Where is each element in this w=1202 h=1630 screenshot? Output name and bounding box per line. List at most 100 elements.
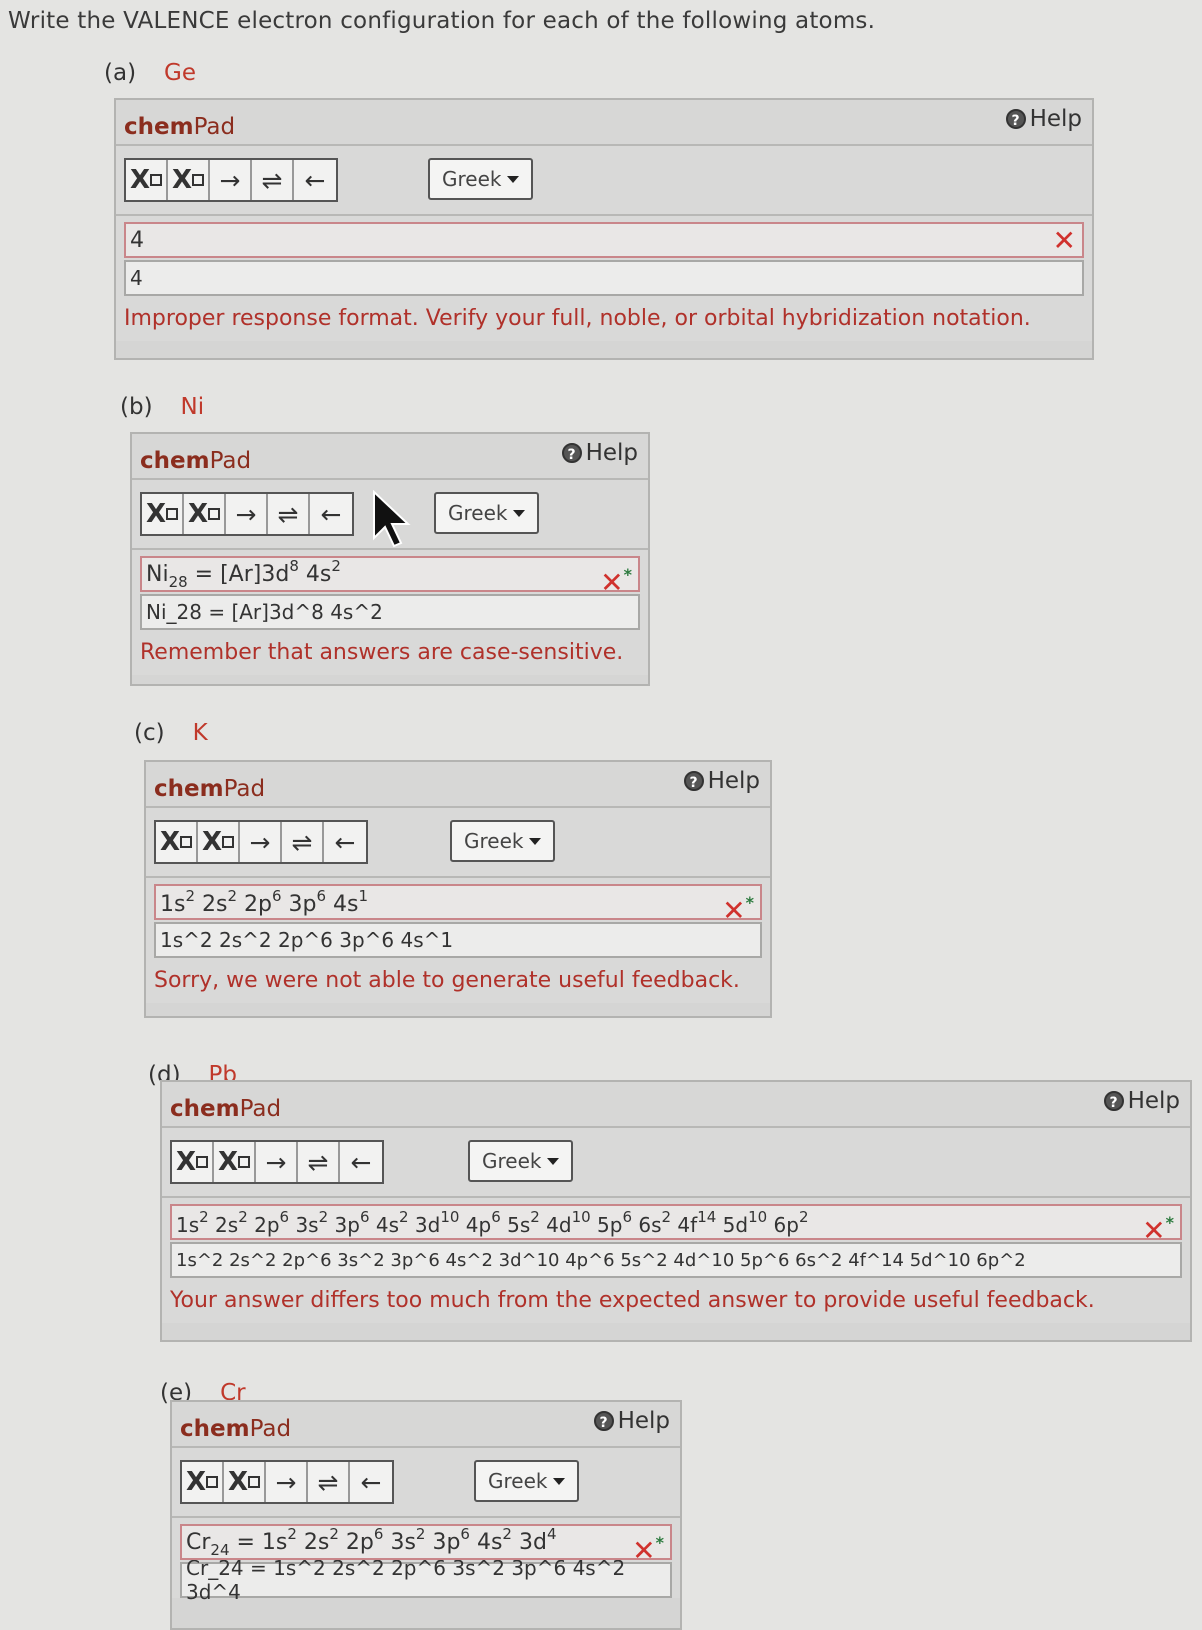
format-tool-group: X X → ⇌ ← xyxy=(154,820,368,864)
arrow-right-button[interactable]: → xyxy=(226,494,268,534)
chempad-header: chemPad ? Help xyxy=(162,1082,1190,1128)
arrow-left-button[interactable]: ← xyxy=(324,822,366,862)
answer-rendered[interactable]: 1s2 2s2 2p6 3p6 4s1 ✕* xyxy=(154,884,762,926)
wrong-x-icon: ✕* xyxy=(632,1533,664,1567)
greek-dropdown[interactable]: Greek xyxy=(450,820,556,862)
feedback-text: Your answer differs too much from the ex… xyxy=(162,1278,1190,1323)
equilibrium-button[interactable]: ⇌ xyxy=(282,822,324,862)
help-button[interactable]: ? Help xyxy=(1005,106,1082,132)
part-letter: (c) xyxy=(134,720,165,746)
part-b-label: (b) Ni xyxy=(120,394,204,420)
wrong-x-icon: ✕* xyxy=(600,565,632,599)
answer-rendered[interactable]: Cr24 = 1s2 2s2 2p6 3s2 3p6 4s2 3d4 ✕* xyxy=(180,1524,672,1566)
subscript-button[interactable]: X xyxy=(182,1462,224,1502)
chevron-down-icon xyxy=(553,1477,566,1485)
help-button[interactable]: ? Help xyxy=(683,768,760,794)
chempad-toolbar: X X → ⇌ ← Greek xyxy=(172,1448,680,1518)
subscript-button[interactable]: X xyxy=(142,494,184,534)
equilibrium-button[interactable]: ⇌ xyxy=(298,1142,340,1182)
equilibrium-button[interactable]: ⇌ xyxy=(252,160,294,200)
answer-area: Ni28 = [Ar]3d8 4s2 ✕* Ni_28 = [Ar]3d^8 4s… xyxy=(132,550,648,630)
greek-dropdown[interactable]: Greek xyxy=(428,158,534,200)
chempad-title: chemPad xyxy=(154,776,266,802)
help-icon: ? xyxy=(1005,109,1026,129)
arrow-right-button[interactable]: → xyxy=(266,1462,308,1502)
answer-area: 1s2 2s2 2p6 3s2 3p6 4s2 3d10 4p6 5s2 4d1… xyxy=(162,1198,1190,1278)
greek-dropdown[interactable]: Greek xyxy=(468,1140,574,1182)
subscript-button[interactable]: X xyxy=(172,1142,214,1182)
chempad-b: chemPad ? Help X X → ⇌ ← Greek Ni28 = [Ar… xyxy=(130,432,650,686)
answer-rendered[interactable]: 1s2 2s2 2p6 3s2 3p6 4s2 3d10 4p6 5s2 4d1… xyxy=(170,1204,1182,1246)
superscript-button[interactable]: X xyxy=(224,1462,266,1502)
chempad-a: chemPad ? Help X X → ⇌ ← Greek 4 ✕ 4 Impro… xyxy=(114,98,1094,360)
subscript-button[interactable]: X xyxy=(126,160,168,200)
format-tool-group: X X → ⇌ ← xyxy=(140,492,354,536)
arrow-left-button[interactable]: ← xyxy=(340,1142,382,1182)
element-symbol: Ni xyxy=(180,394,205,420)
answer-input[interactable]: 1s^2 2s^2 2p^6 3p^6 4s^1 xyxy=(154,922,762,958)
chempad-e: chemPad ? Help X X → ⇌ ← Greek Cr24 = 1s2… xyxy=(170,1400,682,1630)
mouse-cursor-icon xyxy=(373,490,411,548)
element-symbol: Ge xyxy=(164,60,197,86)
greek-dropdown[interactable]: Greek xyxy=(474,1460,580,1502)
chempad-title: chemPad xyxy=(124,114,236,140)
wrong-x-icon: ✕ xyxy=(1052,224,1076,257)
answer-input[interactable]: 1s^2 2s^2 2p^6 3s^2 3p^6 4s^2 3d^10 4p^6… xyxy=(170,1242,1182,1278)
superscript-button[interactable]: X xyxy=(214,1142,256,1182)
chempad-header: chemPad ? Help xyxy=(116,100,1092,146)
arrow-right-button[interactable]: → xyxy=(240,822,282,862)
chevron-down-icon xyxy=(513,509,526,517)
help-icon: ? xyxy=(561,443,582,463)
answer-rendered[interactable]: 4 ✕ xyxy=(124,222,1084,258)
chempad-header: chemPad ? Help xyxy=(172,1402,680,1448)
answer-input[interactable]: Cr_24 = 1s^2 2s^2 2p^6 3s^2 3p^6 4s^2 3d… xyxy=(180,1556,672,1604)
chempad-header: chemPad ? Help xyxy=(132,434,648,480)
arrow-right-button[interactable]: → xyxy=(210,160,252,200)
chempad-toolbar: X X → ⇌ ← Greek xyxy=(116,146,1092,216)
arrow-left-button[interactable]: ← xyxy=(350,1462,392,1502)
help-button[interactable]: ? Help xyxy=(593,1408,670,1434)
chempad-title: chemPad xyxy=(170,1096,282,1122)
format-tool-group: X X → ⇌ ← xyxy=(180,1460,394,1504)
feedback-text: Improper response format. Verify your fu… xyxy=(116,296,1092,341)
help-icon: ? xyxy=(593,1411,614,1431)
question-text: Write the VALENCE electron configuration… xyxy=(8,8,876,34)
answer-area: 1s2 2s2 2p6 3p6 4s1 ✕* 1s^2 2s^2 2p^6 3p^… xyxy=(146,878,770,958)
help-button[interactable]: ? Help xyxy=(1103,1088,1180,1114)
element-symbol: K xyxy=(192,720,208,746)
answer-input[interactable]: Ni_28 = [Ar]3d^8 4s^2 xyxy=(140,594,640,630)
superscript-button[interactable]: X xyxy=(168,160,210,200)
greek-dropdown[interactable]: Greek xyxy=(434,492,540,534)
superscript-button[interactable]: X xyxy=(184,494,226,534)
chempad-toolbar: X X → ⇌ ← Greek xyxy=(162,1128,1190,1198)
feedback-text: Remember that answers are case-sensitive… xyxy=(132,630,648,675)
format-tool-group: X X → ⇌ ← xyxy=(170,1140,384,1184)
answer-area: 4 ✕ 4 xyxy=(116,216,1092,296)
arrow-left-button[interactable]: ← xyxy=(310,494,352,534)
help-button[interactable]: ? Help xyxy=(561,440,638,466)
help-icon: ? xyxy=(1103,1091,1124,1111)
arrow-right-button[interactable]: → xyxy=(256,1142,298,1182)
wrong-x-icon: ✕* xyxy=(1142,1213,1174,1247)
chempad-c: chemPad ? Help X X → ⇌ ← Greek 1s2 2s2 2p… xyxy=(144,760,772,1018)
subscript-button[interactable]: X xyxy=(156,822,198,862)
chevron-down-icon xyxy=(529,837,542,845)
answer-rendered[interactable]: Ni28 = [Ar]3d8 4s2 ✕* xyxy=(140,556,640,598)
chempad-header: chemPad ? Help xyxy=(146,762,770,808)
chevron-down-icon xyxy=(547,1157,560,1165)
chempad-d: chemPad ? Help X X → ⇌ ← Greek 1s2 2s2 2p… xyxy=(160,1080,1192,1342)
chempad-title: chemPad xyxy=(140,448,252,474)
superscript-button[interactable]: X xyxy=(198,822,240,862)
part-a-label: (a) Ge xyxy=(104,60,196,86)
wrong-x-icon: ✕* xyxy=(722,893,754,927)
answer-input[interactable]: 4 xyxy=(124,260,1084,296)
equilibrium-button[interactable]: ⇌ xyxy=(308,1462,350,1502)
chempad-toolbar: X X → ⇌ ← Greek xyxy=(146,808,770,878)
chevron-down-icon xyxy=(507,175,520,183)
arrow-left-button[interactable]: ← xyxy=(294,160,336,200)
equilibrium-button[interactable]: ⇌ xyxy=(268,494,310,534)
chempad-title: chemPad xyxy=(180,1416,292,1442)
help-icon: ? xyxy=(683,771,704,791)
feedback-text: Sorry, we were not able to generate usef… xyxy=(146,958,770,1003)
answer-area: Cr24 = 1s2 2s2 2p6 3s2 3p6 4s2 3d4 ✕* Cr_… xyxy=(172,1518,680,1604)
